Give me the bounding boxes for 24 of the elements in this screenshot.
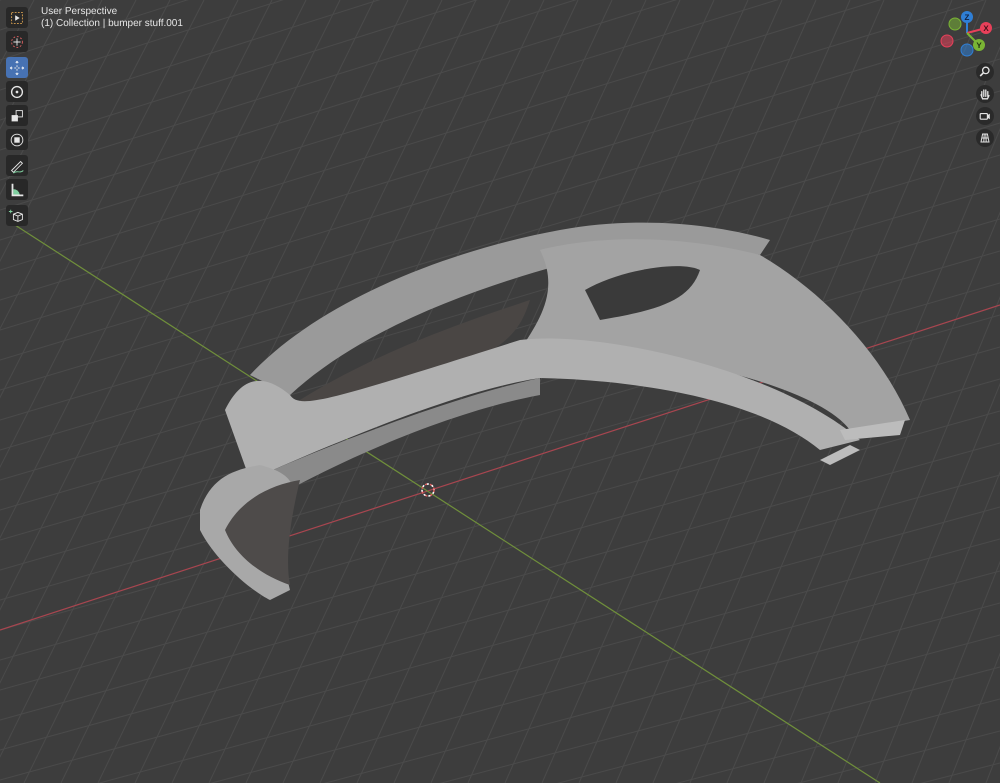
add-cube-icon: [8, 206, 26, 224]
viewport-title: User Perspective: [41, 6, 118, 18]
move-tool[interactable]: [6, 57, 28, 78]
move-icon: [8, 58, 26, 76]
camera-button[interactable]: [976, 107, 994, 125]
grid-button[interactable]: [976, 129, 994, 147]
hand-button[interactable]: [976, 85, 994, 103]
rotate-tool[interactable]: [6, 81, 28, 102]
negative-axis-handle[interactable]: [948, 18, 962, 30]
axis-handle[interactable]: Y: [966, 32, 985, 51]
transform-icon: [8, 130, 26, 148]
axis-handle[interactable]: X: [966, 22, 992, 34]
add-cube-tool[interactable]: [6, 205, 28, 226]
select-box-tool[interactable]: [6, 7, 28, 28]
negative-axis-handle[interactable]: [960, 44, 974, 56]
transform-tool[interactable]: [6, 129, 28, 150]
measure-tool[interactable]: [6, 179, 28, 200]
annotate-tool[interactable]: [6, 155, 28, 176]
3d-cursor-icon: [421, 483, 435, 497]
zoom-button[interactable]: [976, 63, 994, 81]
negative-axis-handle[interactable]: [940, 34, 954, 48]
scale-tool[interactable]: [6, 105, 28, 126]
collection-label: (1) Collection | bumper stuff.001: [41, 18, 183, 30]
cursor-tool[interactable]: [6, 31, 28, 52]
